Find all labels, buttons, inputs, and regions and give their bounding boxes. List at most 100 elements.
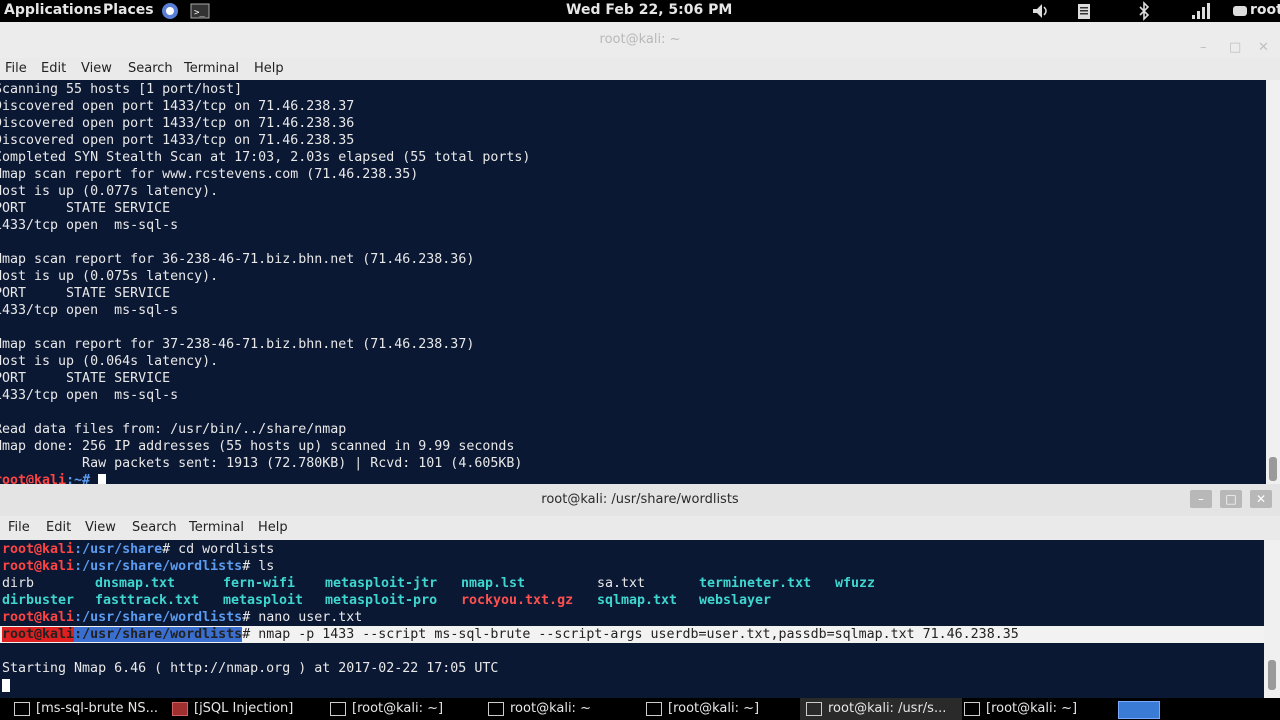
taskbar: [ms-sql-brute NS... [jSQL Injection] [ro…	[0, 698, 1280, 720]
window-titlebar[interactable]: root@kali: /usr/share/wordlists	[0, 484, 1280, 516]
terminal-line: Read data files from: /usr/bin/../share/…	[0, 422, 347, 437]
task-label: [root@kali: ~]	[986, 701, 1078, 716]
terminal-line: Raw packets sent: 1913 (72.780KB) | Rcvd…	[0, 456, 523, 471]
clock[interactable]: Wed Feb 22, 5:06 PM	[566, 2, 732, 18]
prompt-user: root@kali	[2, 542, 75, 557]
menu-view[interactable]: View	[85, 520, 116, 535]
task-terminal[interactable]: root@kali: ~	[488, 698, 591, 720]
task-terminal[interactable]: [root@kali: ~]	[964, 698, 1077, 720]
menu-bar: File Edit View Search Terminal Help	[0, 58, 1280, 80]
scrollbar-thumb[interactable]	[1268, 660, 1276, 690]
clipboard-icon[interactable]	[1074, 1, 1094, 21]
svg-text:>_: >_	[194, 8, 205, 18]
volume-icon[interactable]	[1030, 1, 1050, 21]
text-cursor	[98, 473, 107, 484]
terminal-line: PORT STATE SERVICE	[0, 286, 171, 301]
terminal-line: Discovered open port 1433/tcp on 71.46.2…	[0, 116, 355, 131]
menu-terminal[interactable]: Terminal	[189, 520, 244, 535]
maximize-icon[interactable]: □	[1220, 490, 1242, 508]
close-icon[interactable]: ✕	[1250, 490, 1272, 508]
terminal-line: root@kali:/usr/share# cd wordlists	[2, 541, 274, 558]
task-terminal-active[interactable]: root@kali: /usr/s...	[800, 698, 962, 720]
task-label: [root@kali: ~]	[668, 701, 760, 716]
scrollbar[interactable]	[1264, 540, 1280, 698]
ls-entry: termineter.txt	[699, 576, 812, 591]
window-icon	[14, 701, 30, 716]
prompt-user: root@kali	[2, 559, 75, 574]
menu-terminal[interactable]: Terminal	[184, 61, 239, 76]
menu-bar: File Edit View Search Terminal Help	[0, 516, 1280, 540]
task-jsql[interactable]: [jSQL Injection]	[172, 698, 293, 720]
workspace-switcher[interactable]	[1118, 701, 1160, 719]
bluetooth-icon[interactable]	[1134, 1, 1154, 21]
scrollbar[interactable]	[1266, 80, 1280, 484]
command: # ls	[242, 559, 275, 574]
terminal-line: Starting Nmap 6.46 ( http://nmap.org ) a…	[2, 661, 499, 676]
ls-entry: metasploit-pro	[325, 593, 438, 608]
user-menu[interactable]: root	[1250, 2, 1280, 18]
jsql-icon	[172, 701, 188, 716]
terminal-icon[interactable]: >_	[190, 1, 210, 21]
terminal-icon	[964, 701, 980, 716]
browser-icon[interactable]	[160, 1, 180, 21]
terminal-line: root@kali:/usr/share/wordlists# ls	[2, 558, 274, 575]
ls-entry: fasttrack.txt	[95, 593, 200, 608]
prompt-path: :~#	[66, 473, 91, 484]
prompt-path: :/usr/share/wordlists	[74, 627, 243, 642]
terminal-line: 1433/tcp open ms-sql-s	[0, 303, 179, 318]
ls-entry: sqlmap.txt	[597, 593, 678, 608]
command: # nmap -p 1433 --script ms-sql-brute --s…	[242, 627, 1019, 642]
terminal-window-front[interactable]: root@kali: /usr/share/wordlists – □ ✕ Fi…	[0, 484, 1280, 698]
terminal-line: Host is up (0.077s latency).	[0, 184, 219, 199]
terminal-icon	[646, 701, 662, 716]
ls-entry: nmap.lst	[461, 576, 526, 591]
terminal-output[interactable]: root@kali:/usr/share# cd wordlists root@…	[0, 540, 1264, 698]
window-titlebar[interactable]: root@kali: ~ – □ ✕	[0, 22, 1280, 58]
menu-help[interactable]: Help	[258, 520, 288, 535]
applications-menu[interactable]: Applications	[4, 2, 102, 18]
network-icon[interactable]	[1190, 1, 1210, 21]
selected-line[interactable]: root@kali:/usr/share/wordlists# nmap -p …	[0, 626, 1264, 643]
task-terminal[interactable]: [root@kali: ~]	[330, 698, 443, 720]
minimize-icon[interactable]: –	[1190, 490, 1212, 508]
menu-view[interactable]: View	[81, 61, 112, 76]
scrollbar-thumb[interactable]	[1269, 457, 1277, 481]
menu-file[interactable]: File	[8, 520, 30, 535]
menu-edit[interactable]: Edit	[41, 61, 66, 76]
terminal-line: 1433/tcp open ms-sql-s	[0, 388, 179, 403]
command: # nano user.txt	[242, 610, 363, 625]
menu-edit[interactable]: Edit	[46, 520, 71, 535]
terminal-icon	[330, 701, 346, 716]
terminal-line: 1433/tcp open ms-sql-s	[0, 218, 179, 233]
terminal-line	[2, 677, 10, 694]
ls-entry: webslayer	[699, 593, 772, 608]
terminal-line: Nmap scan report for www.rcstevens.com (…	[0, 167, 419, 182]
prompt-user: root@kali	[2, 627, 75, 642]
terminal-line: Nmap scan report for 37-238-46-71.biz.bh…	[0, 337, 475, 352]
terminal-line: PORT STATE SERVICE	[0, 201, 171, 216]
places-menu[interactable]: Places	[103, 2, 154, 18]
task-label: root@kali: ~	[510, 701, 591, 716]
menu-search[interactable]: Search	[132, 520, 177, 535]
menu-file[interactable]: File	[5, 61, 27, 76]
prompt-path: :/usr/share/wordlists	[74, 559, 243, 574]
task-nmap-script[interactable]: [ms-sql-brute NS...	[14, 698, 158, 720]
task-terminal[interactable]: [root@kali: ~]	[646, 698, 759, 720]
task-label: [root@kali: ~]	[352, 701, 444, 716]
terminal-line: Discovered open port 1433/tcp on 71.46.2…	[0, 99, 355, 114]
window-title: root@kali: ~	[599, 32, 681, 47]
ls-entry: rockyou.txt.gz	[461, 593, 574, 608]
terminal-line: Discovered open port 1433/tcp on 71.46.2…	[0, 133, 355, 148]
menu-help[interactable]: Help	[254, 61, 284, 76]
terminal-window-back[interactable]: root@kali: ~ – □ ✕ File Edit View Search…	[0, 22, 1280, 484]
prompt-path: :/usr/share/wordlists	[74, 610, 243, 625]
terminal-output[interactable]: Scanning 55 hosts [1 port/host] Discover…	[0, 80, 1266, 484]
prompt-user: root@kali	[2, 610, 75, 625]
ls-entry-dir: dirb	[2, 576, 35, 591]
terminal-icon	[806, 701, 822, 716]
task-label: [ms-sql-brute NS...	[36, 701, 158, 716]
task-label: root@kali: /usr/s...	[828, 701, 947, 716]
menu-search[interactable]: Search	[128, 61, 173, 76]
user-menu-icon[interactable]	[1230, 1, 1250, 21]
terminal-prompt: root@kali:~#	[0, 472, 107, 484]
